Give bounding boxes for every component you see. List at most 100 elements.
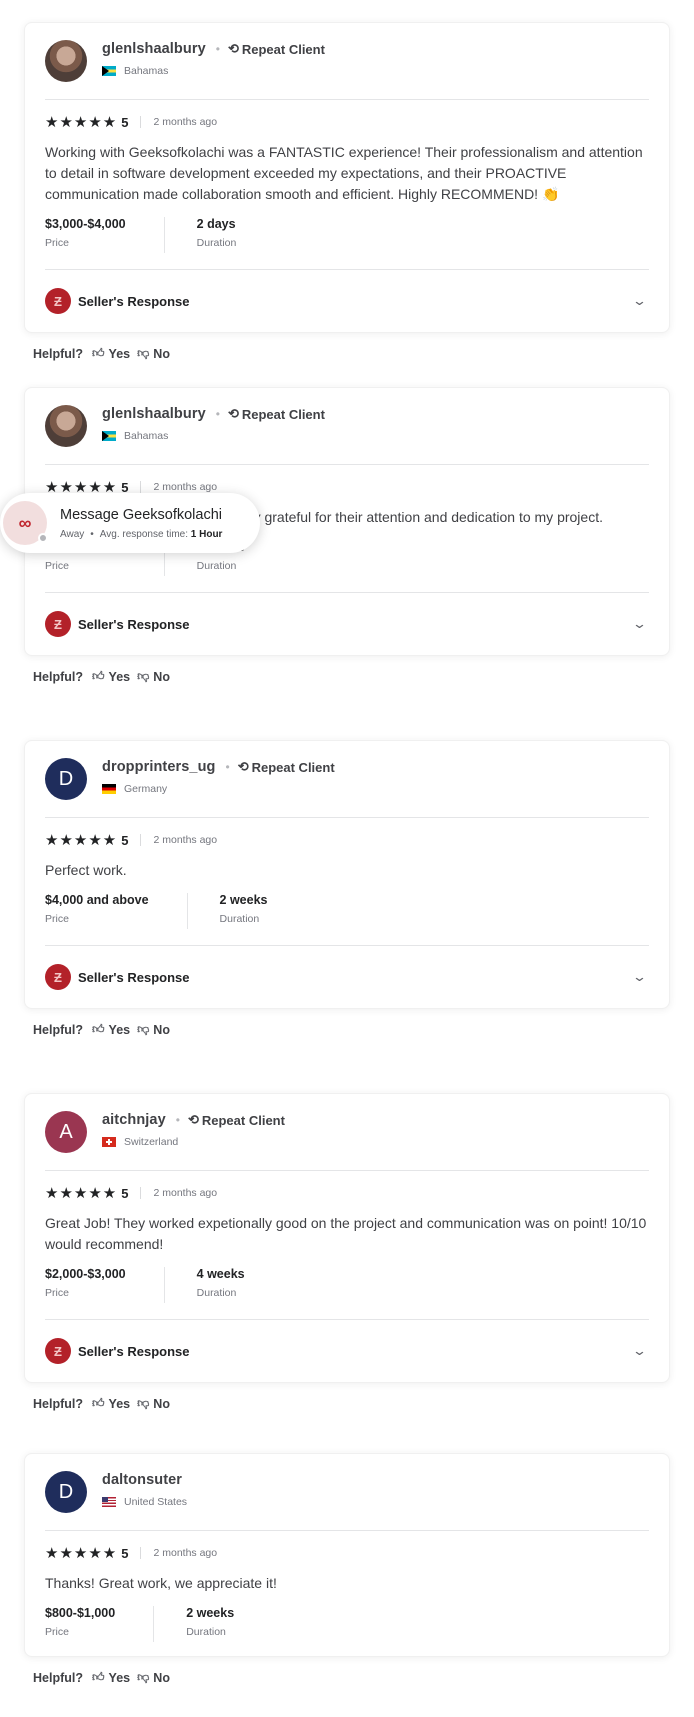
rating-separator [140,834,142,846]
country: Bahamas [124,65,169,77]
duration-label: Duration [186,1626,226,1638]
price-label: Price [45,913,69,925]
repeat-client-badge: Repeat Client [241,406,325,422]
rating-value: 5 [121,1185,129,1201]
seller-logo-icon: Ƶ [45,1338,71,1364]
review-time: 2 months ago [153,481,218,493]
thumbs-up-icon: 👍︎ [92,346,105,360]
separator-dot: • [90,528,94,540]
country: United States [124,1496,188,1508]
seller-logo-icon: Ƶ [45,611,71,637]
user-info: glenlshaalbury • ⟲ Repeat Client Bahamas [102,404,325,442]
chevron-down-icon[interactable]: ⌄ [632,1343,647,1359]
chevron-down-icon[interactable]: ⌄ [632,616,647,632]
thumbs-down-icon: 👎︎ [137,1022,150,1036]
review-4: A aitchnjay • ⟲ Repeat Client Switzerlan… [24,1093,670,1411]
avatar[interactable]: D [45,1471,87,1513]
status-dot-icon [38,533,48,543]
message-seller-popup[interactable]: ∞ Message Geeksofkolachi Away • Avg. respo… [0,493,260,553]
duration-label: Duration [196,560,237,572]
price-label: Price [45,560,69,572]
star-rating-icon: ★★★★★ [45,1185,118,1202]
user-info: aitchnjay • ⟲ Repeat Client Switzerland [102,1110,285,1148]
yes-label: Yes [108,1396,131,1411]
chevron-down-icon[interactable]: ⌄ [632,969,647,985]
country: Switzerland [124,1136,179,1148]
rating-row: ★★★★★ 5 2 months ago [45,832,649,849]
review-card: D daltonsuter United States ★★★★★ 5 2 mo… [24,1453,670,1657]
price-value: $800-$1,000 [45,1606,116,1620]
avatar[interactable] [45,40,87,82]
duration-value: 2 weeks [219,893,268,907]
united-states-flag-icon [102,1497,116,1507]
avatar[interactable] [45,405,87,447]
thumbs-up-icon: 👍︎ [92,669,105,683]
helpful-yes-button[interactable]: 👍︎ Yes [92,1670,130,1685]
username[interactable]: glenlshaalbury [102,406,206,422]
review-meta: $4,000 and above Price 2 weeks Duration [45,893,649,929]
seller-response-toggle[interactable]: Ƶ Seller's Response ⌄ [45,593,649,655]
no-label: No [153,346,170,361]
helpful-no-button[interactable]: 👎︎ No [137,669,170,684]
avatar[interactable]: A [45,1111,87,1153]
username[interactable]: dropprinters_ug [102,759,215,775]
message-seller-title: Message Geeksofkolachi [60,506,222,523]
repeat-icon: ⟲ [237,759,249,774]
review-meta: $3,000-$4,000 Price 2 days Duration [45,217,649,253]
review-header: glenlshaalbury • ⟲ Repeat Client Bahamas [45,39,649,85]
username[interactable]: daltonsuter [102,1472,182,1488]
seller-response-toggle[interactable]: Ƶ Seller's Response ⌄ [45,1320,649,1382]
review-header: D dropprinters_ug • ⟲ Repeat Client Germ… [45,757,649,803]
avatar[interactable]: D [45,758,87,800]
country: Germany [124,783,168,795]
helpful-yes-button[interactable]: 👍︎ Yes [92,346,130,361]
no-label: No [153,1396,170,1411]
separator-dot: • [215,407,220,421]
seller-logo-icon: Ƶ [45,288,71,314]
review-header: A aitchnjay • ⟲ Repeat Client Switzerlan… [45,1110,649,1156]
seller-response-label: Seller's Response [78,969,190,985]
review-time: 2 months ago [153,834,218,846]
helpful-no-button[interactable]: 👎︎ No [137,1670,170,1685]
duration-value: 4 weeks [196,1267,245,1281]
seller-avatar: ∞ [3,501,48,545]
seller-response-toggle[interactable]: Ƶ Seller's Response ⌄ [45,270,649,332]
price-label: Price [45,1626,69,1638]
repeat-icon: ⟲ [227,41,239,56]
review-5: D daltonsuter United States ★★★★★ 5 2 mo… [24,1453,670,1685]
response-time-label: Avg. response time: [99,528,188,540]
chevron-down-icon[interactable]: ⌄ [632,293,647,309]
seller-response-label: Seller's Response [78,1343,190,1359]
price-value: $4,000 and above [45,893,149,907]
review-time: 2 months ago [153,1547,218,1559]
review-meta: $800-$1,000 Price 2 weeks Duration [45,1606,649,1642]
separator-dot: • [175,1113,180,1127]
helpful-yes-button[interactable]: 👍︎ Yes [92,1396,130,1411]
price-label: Price [45,1287,69,1299]
review-header: glenlshaalbury • ⟲ Repeat Client Bahamas [45,404,649,450]
thumbs-up-icon: 👍︎ [92,1670,105,1684]
helpful-yes-button[interactable]: 👍︎ Yes [92,669,130,684]
username[interactable]: aitchnjay [102,1112,166,1128]
helpful-row: Helpful? 👍︎ Yes 👎︎ No [33,669,670,684]
repeat-client-badge: Repeat Client [201,1112,285,1128]
review-card: glenlshaalbury • ⟲ Repeat Client Bahamas… [24,22,670,333]
helpful-no-button[interactable]: 👎︎ No [137,346,170,361]
germany-flag-icon [102,784,116,794]
helpful-no-button[interactable]: 👎︎ No [137,1396,170,1411]
rating-separator [140,1187,142,1199]
helpful-row: Helpful? 👍︎ Yes 👎︎ No [33,1396,670,1411]
yes-label: Yes [108,1022,131,1037]
divider [45,1530,649,1531]
helpful-label: Helpful? [33,346,83,361]
helpful-no-button[interactable]: 👎︎ No [137,1022,170,1037]
review-text: Working with Geeksofkolachi was a FANTAS… [45,144,643,202]
yes-label: Yes [108,346,131,361]
seller-logo-icon: ∞ [18,512,32,533]
divider [45,99,649,100]
user-info: daltonsuter United States [102,1470,187,1508]
seller-response-toggle[interactable]: Ƶ Seller's Response ⌄ [45,946,649,1008]
helpful-yes-button[interactable]: 👍︎ Yes [92,1022,130,1037]
username[interactable]: glenlshaalbury [102,41,206,57]
divider [45,464,649,465]
